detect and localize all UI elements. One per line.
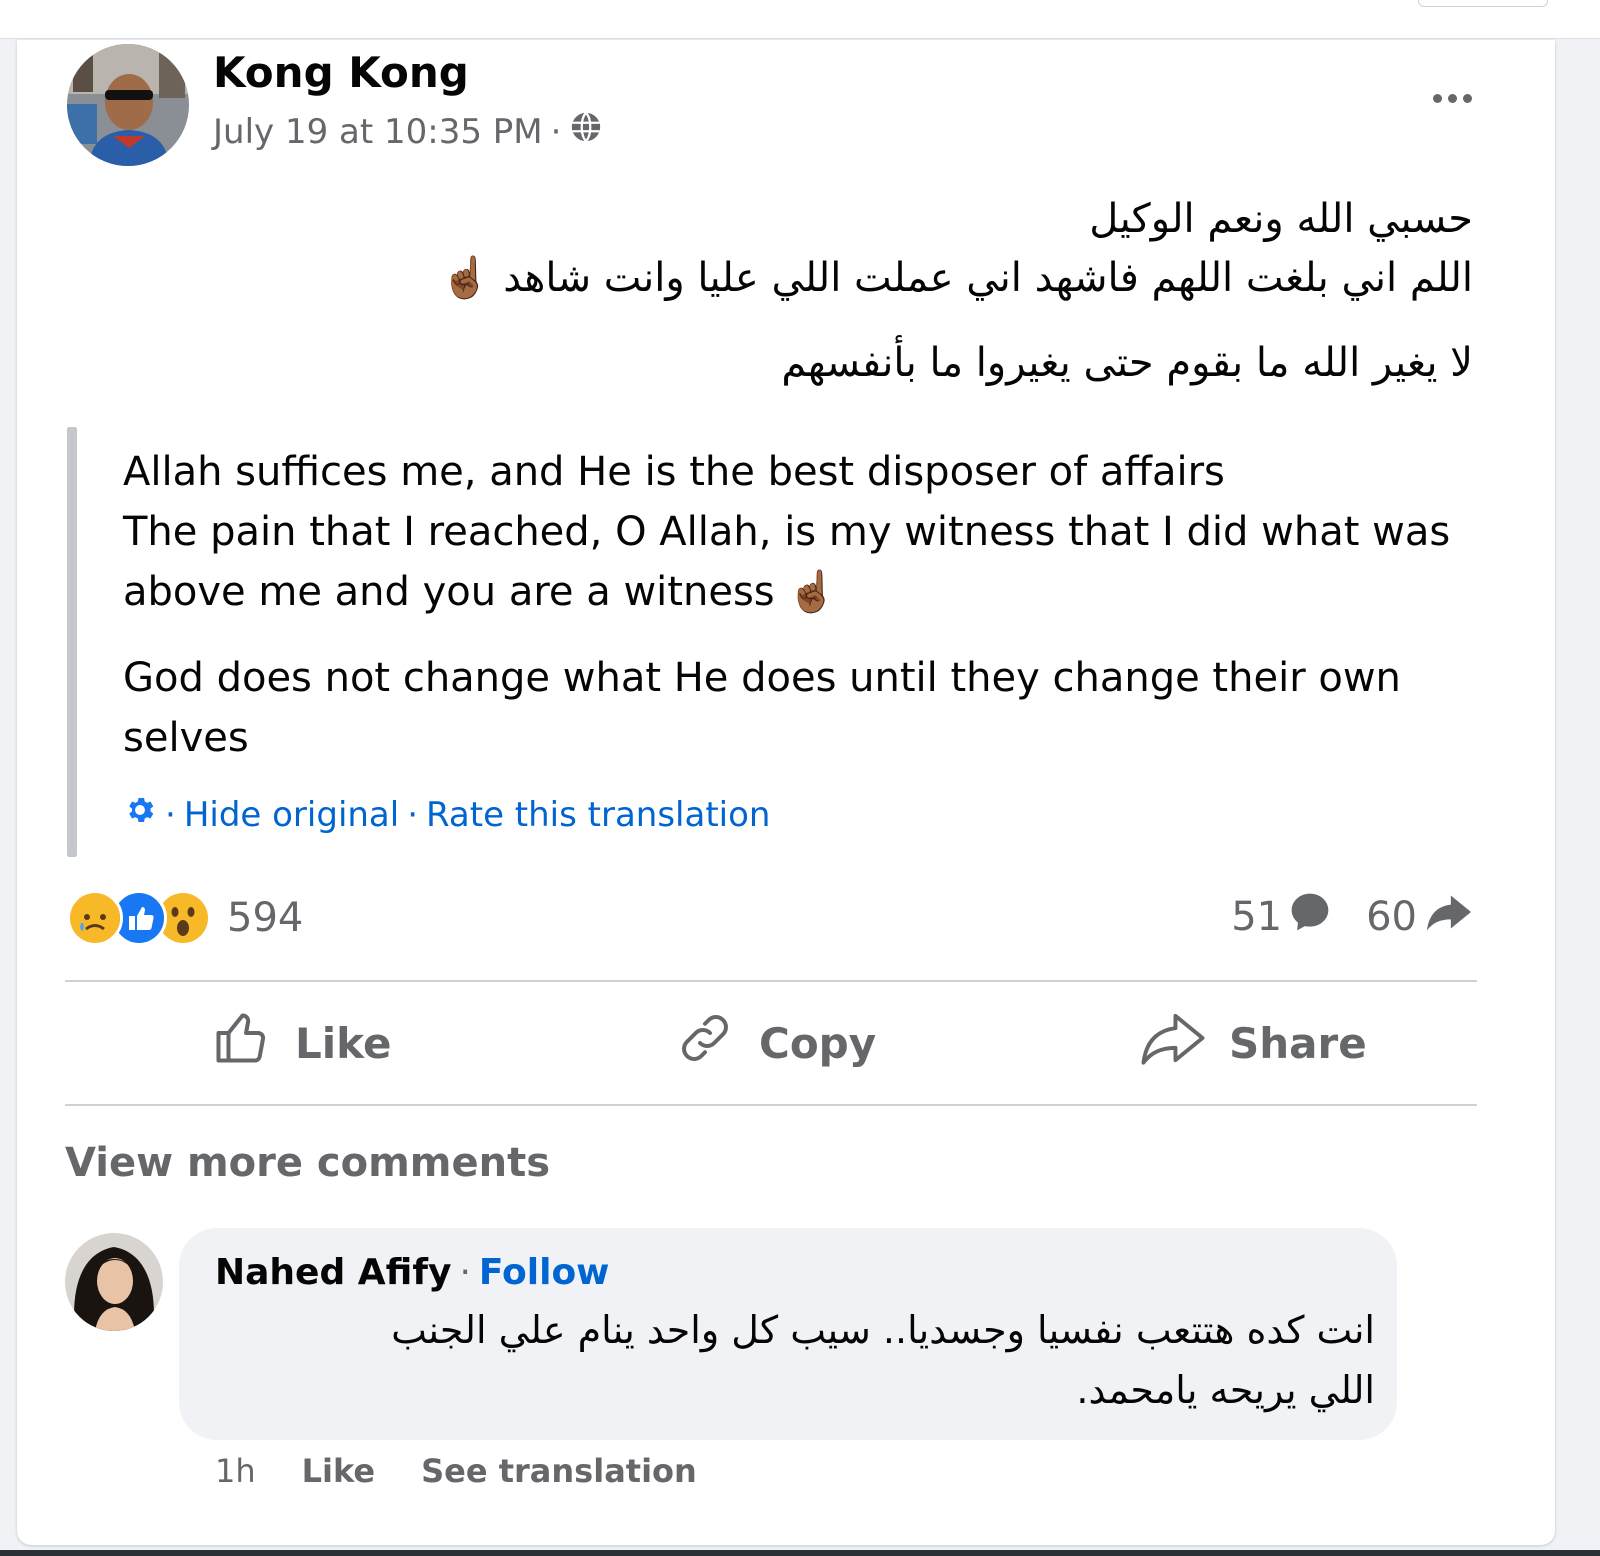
- share-icon: [1141, 1008, 1205, 1078]
- rate-translation-link[interactable]: Rate this translation: [426, 795, 770, 835]
- gear-icon[interactable]: [123, 793, 157, 836]
- comment-like-button[interactable]: Like: [302, 1452, 375, 1490]
- browser-bottom-strip: [0, 1550, 1600, 1556]
- divider-top: [65, 980, 1477, 982]
- post-stats: 51 60: [1231, 890, 1473, 944]
- follow-link[interactable]: Follow: [479, 1252, 610, 1293]
- like-button[interactable]: Like: [211, 1008, 391, 1078]
- post-card: Kong Kong July 19 at 10:35 PM · حسبي الل…: [17, 40, 1555, 1545]
- more-options-icon[interactable]: [1417, 76, 1487, 120]
- translation-line: above me and you are a witness ☝🏾: [123, 569, 838, 615]
- comment-header: Nahed Afify · Follow: [215, 1252, 609, 1293]
- globe-icon: [569, 110, 603, 153]
- comment-text-line-1: انت كده هتتعب نفسيا وجسديا.. سيب كل واحد…: [391, 1308, 1375, 1352]
- comment-text-line-2: اللي يريحه يامحمد.: [1076, 1368, 1375, 1412]
- author-avatar[interactable]: [67, 44, 189, 166]
- share-button[interactable]: Share: [1141, 1008, 1367, 1078]
- comments-count[interactable]: 51: [1231, 894, 1282, 940]
- divider-bottom: [65, 1104, 1477, 1106]
- translation-line: The pain that I reached, O Allah, is my …: [123, 509, 1451, 555]
- see-translation-link[interactable]: See translation: [421, 1452, 697, 1490]
- translation-para2: God does not change what He does until t…: [123, 648, 1401, 768]
- translation-line: selves: [123, 715, 249, 761]
- hide-original-link[interactable]: Hide original: [184, 795, 399, 835]
- comment-separator: ·: [459, 1252, 471, 1293]
- link-separator: ·: [407, 794, 419, 835]
- comment-footer: 1h Like See translation: [215, 1452, 697, 1490]
- view-more-comments-link[interactable]: View more comments: [65, 1140, 550, 1186]
- translation-line: God does not change what He does until t…: [123, 655, 1401, 701]
- sad-reaction-icon: [67, 890, 123, 946]
- reaction-count[interactable]: 594: [227, 895, 303, 941]
- comment-bubble-icon: [1288, 890, 1332, 944]
- share-arrow-icon: [1425, 890, 1473, 944]
- comment-time[interactable]: 1h: [215, 1452, 256, 1490]
- thumbs-up-icon: [211, 1008, 271, 1078]
- like-button-label: Like: [295, 1018, 392, 1068]
- link-icon: [675, 1008, 735, 1078]
- copy-button[interactable]: Copy: [675, 1008, 876, 1078]
- post-meta: July 19 at 10:35 PM ·: [213, 110, 603, 153]
- meta-separator: ·: [550, 111, 562, 152]
- commenter-name[interactable]: Nahed Afify: [215, 1252, 451, 1293]
- post-timestamp[interactable]: July 19 at 10:35 PM: [213, 112, 543, 152]
- original-line-3: لا يغير الله ما بقوم حتى يغيروا ما بأنفس…: [781, 340, 1473, 386]
- original-line-2: اللم اني بلغت اللهم فاشهد اني عملت اللي …: [440, 255, 1473, 301]
- translation-quote-bar: [67, 427, 77, 857]
- commenter-avatar[interactable]: [65, 1233, 163, 1331]
- reactions-summary[interactable]: 594: [67, 888, 303, 948]
- translation-links: · Hide original · Rate this translation: [123, 793, 770, 836]
- author-name[interactable]: Kong Kong: [213, 48, 469, 97]
- translation-line: Allah suffices me, and He is the best di…: [123, 449, 1225, 495]
- shares-count[interactable]: 60: [1366, 894, 1417, 940]
- copy-button-label: Copy: [759, 1018, 877, 1068]
- translation-para1: Allah suffices me, and He is the best di…: [123, 442, 1450, 622]
- link-separator: ·: [165, 794, 176, 835]
- share-button-label: Share: [1229, 1018, 1367, 1068]
- original-line-1: حسبي الله ونعم الوكيل: [1089, 196, 1473, 242]
- browser-top-strip: [0, 0, 1600, 39]
- tab-edge: [1418, 0, 1548, 7]
